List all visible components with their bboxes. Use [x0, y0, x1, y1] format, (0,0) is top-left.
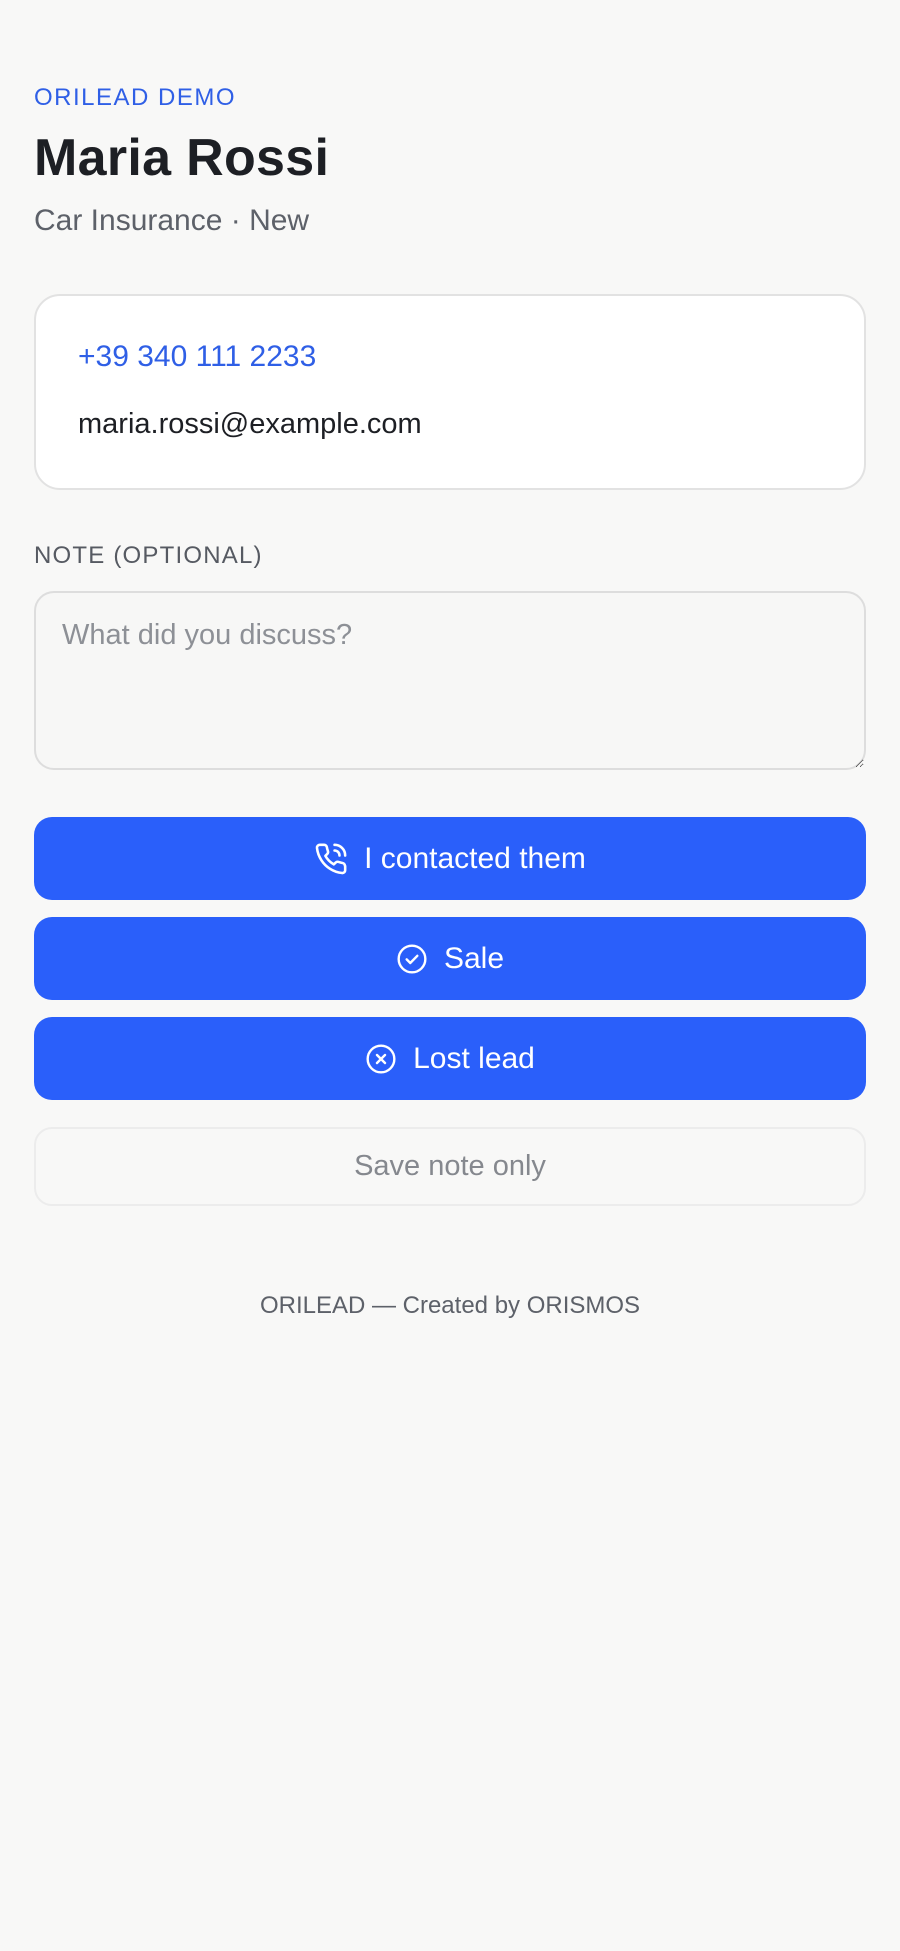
note-label: NOTE (OPTIONAL)	[34, 542, 263, 569]
phone-call-icon	[314, 842, 348, 876]
lead-name: Maria Rossi	[34, 129, 330, 187]
sale-button[interactable]: Sale	[34, 917, 866, 1000]
save-note-button[interactable]: Save note only	[34, 1127, 866, 1206]
contact-card: +39 340 111 2233 maria.rossi@example.com	[34, 294, 866, 490]
phone-link[interactable]: +39 340 111 2233	[78, 340, 316, 374]
note-textarea[interactable]	[34, 591, 866, 770]
x-circle-icon	[365, 1043, 397, 1075]
check-circle-icon	[396, 943, 428, 975]
lead-detail-page: ORILEAD DEMO Maria Rossi Car Insurance ·…	[0, 0, 900, 1951]
lost-lead-button[interactable]: Lost lead	[34, 1017, 866, 1100]
footer-credit: ORILEAD — Created by ORISMOS	[259, 1292, 641, 1319]
sale-button-label: Sale	[443, 941, 505, 975]
contacted-button-label: I contacted them	[364, 841, 586, 875]
lost-lead-button-label: Lost lead	[413, 1041, 535, 1075]
email-text: maria.rossi@example.com	[78, 408, 422, 440]
contacted-button[interactable]: I contacted them	[34, 817, 866, 900]
app-eyebrow: ORILEAD DEMO	[34, 84, 237, 111]
lead-subtitle: Car Insurance · New	[34, 204, 310, 237]
